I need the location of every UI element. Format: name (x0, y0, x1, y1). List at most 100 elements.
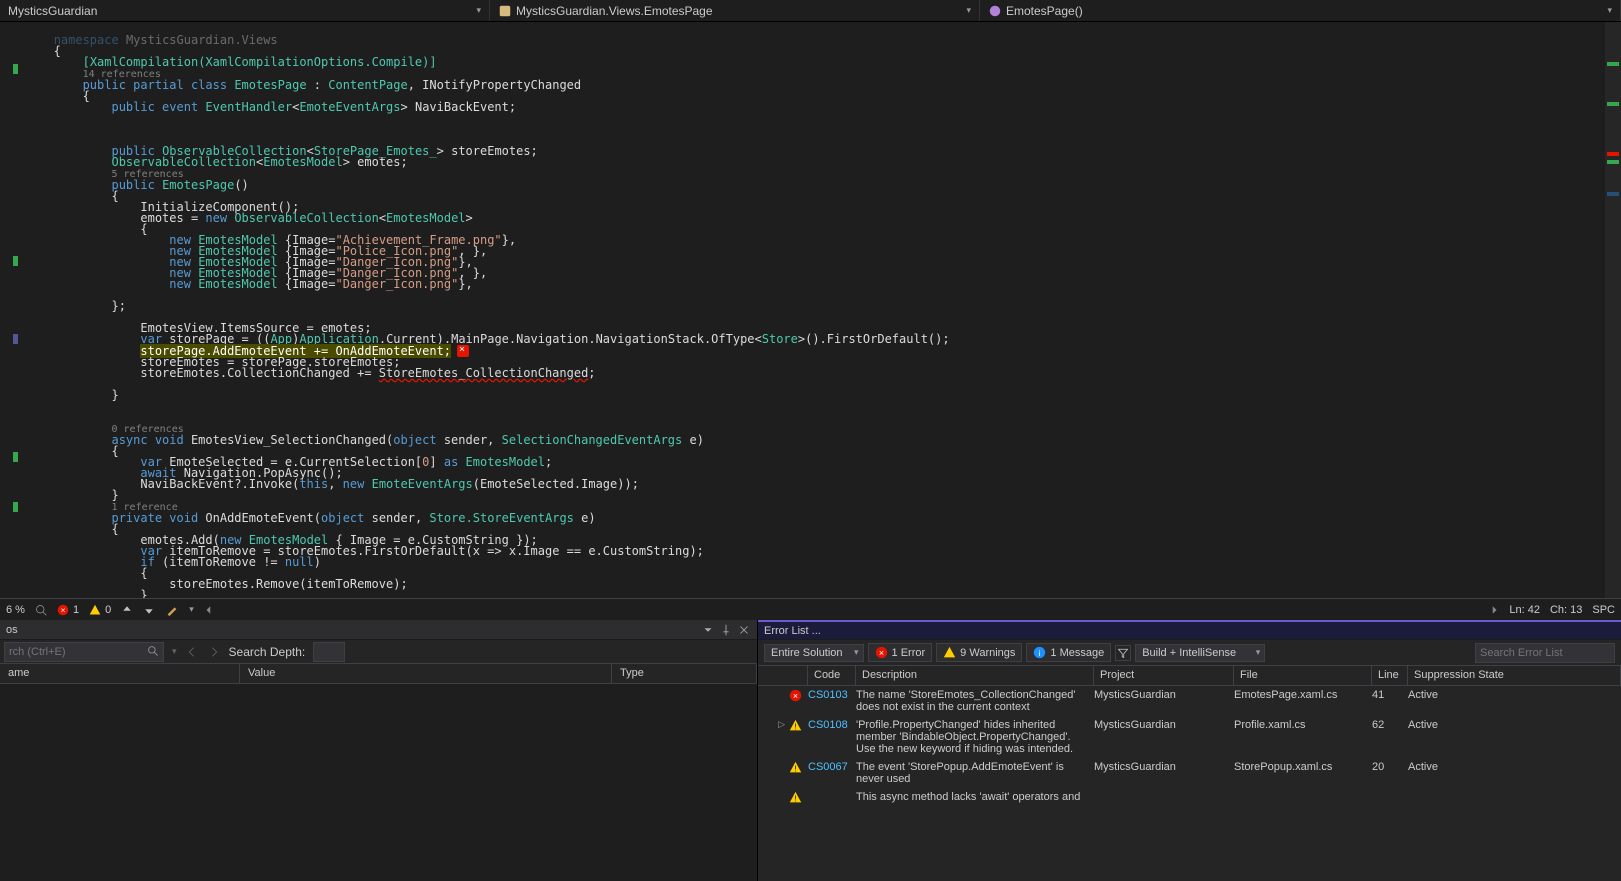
error-suppression: Active (1408, 761, 1621, 773)
error-count[interactable]: × 1 (57, 604, 79, 616)
search-icon[interactable] (147, 645, 160, 658)
autos-title: os (6, 624, 697, 636)
chevron-down-icon: ▾ (966, 5, 971, 16)
col-name[interactable]: ame (0, 664, 240, 683)
nav-type-dropdown[interactable]: MysticsGuardian.Views.EmotesPage ▾ (490, 0, 980, 21)
col-file[interactable]: File (1234, 666, 1372, 685)
code-editor[interactable]: namespace MysticsGuardian.Views { [XamlC… (0, 22, 1621, 598)
indent-mode[interactable]: SPC (1592, 604, 1615, 616)
warnings-filter[interactable]: 9 Warnings (936, 643, 1022, 662)
class-icon (498, 4, 512, 18)
error-suppression: Active (1408, 689, 1621, 701)
nav-project-label: MysticsGuardian (8, 4, 472, 18)
warning-icon (89, 604, 101, 616)
chevron-down-icon: ▾ (1607, 5, 1612, 16)
search-depth-combo[interactable] (313, 642, 345, 662)
autos-columns: ame Value Type (0, 664, 757, 684)
error-badge-icon[interactable] (457, 345, 469, 357)
error-code: CS0108 (808, 719, 856, 731)
error-desc: The name 'StoreEmotes_CollectionChanged'… (856, 689, 1094, 713)
error-desc: 'Profile.PropertyChanged' hides inherite… (856, 719, 1094, 755)
error-file: StorePopup.xaml.cs (1234, 761, 1372, 773)
chevron-down-icon: ▾ (476, 5, 481, 16)
arrow-up-icon[interactable] (121, 604, 133, 616)
error-row[interactable]: ! This async method lacks 'await' operato… (758, 788, 1621, 807)
caret-right-icon[interactable] (1489, 605, 1499, 615)
brush-icon[interactable] (165, 603, 179, 617)
info-icon: i (1033, 646, 1046, 659)
messages-filter[interactable]: i 1 Message (1026, 643, 1111, 662)
chevron-down-icon[interactable]: ▾ (189, 604, 194, 615)
bottom-panels: os ▾ Search Depth: ame Value Type Error … (0, 620, 1621, 881)
error-list-header[interactable]: Error List ... (758, 620, 1621, 640)
zoom-level[interactable]: 6 % (6, 604, 25, 616)
warning-count[interactable]: 0 (89, 604, 111, 616)
error-line: 62 (1372, 719, 1408, 731)
error-code: CS0067 (808, 761, 856, 773)
error-icon: × (57, 604, 69, 616)
error-project: MysticsGuardian (1094, 761, 1234, 773)
expand-icon[interactable]: ▷ (778, 719, 785, 732)
col-suppression[interactable]: Suppression State (1408, 666, 1621, 685)
chevron-down-icon[interactable]: ▾ (172, 646, 177, 657)
error-row[interactable]: ▷! CS0108'Profile.PropertyChanged' hides … (758, 716, 1621, 758)
error-list-title: Error List ... (764, 625, 1615, 637)
pin-icon[interactable] (719, 623, 733, 637)
error-project: MysticsGuardian (1094, 719, 1234, 731)
error-suppression: Active (1408, 719, 1621, 731)
col-line[interactable]: Line (1372, 666, 1408, 685)
svg-text:×: × (793, 691, 798, 701)
editor-gutter (0, 22, 32, 598)
arrow-left-icon[interactable] (185, 645, 199, 659)
autos-toolbar: ▾ Search Depth: (0, 640, 757, 664)
svg-text:×: × (878, 648, 883, 658)
error-desc: This async method lacks 'await' operator… (856, 791, 1094, 803)
error-icon: × (789, 689, 802, 702)
zoom-icon[interactable] (35, 604, 47, 616)
error-icon: × (875, 646, 888, 659)
col-type[interactable]: Type (612, 664, 757, 683)
navigation-bar: MysticsGuardian ▾ MysticsGuardian.Views.… (0, 0, 1621, 22)
error-line: 41 (1372, 689, 1408, 701)
error-search-input[interactable] (1475, 643, 1615, 663)
col-project[interactable]: Project (1094, 666, 1234, 685)
error-rows: × CS0103The name 'StoreEmotes_CollectionC… (758, 686, 1621, 881)
dropdown-icon[interactable] (701, 623, 715, 637)
filter-icon[interactable] (1115, 645, 1131, 661)
scope-dropdown[interactable]: Entire Solution (764, 644, 864, 662)
warning-icon: ! (789, 761, 802, 774)
svg-text:×: × (61, 606, 66, 615)
error-list-toolbar: Entire Solution × 1 Error 9 Warnings i 1… (758, 640, 1621, 666)
autos-header[interactable]: os (0, 620, 757, 640)
errors-filter[interactable]: × 1 Error (868, 643, 933, 662)
nav-member-dropdown[interactable]: EmotesPage() ▾ (980, 0, 1621, 21)
warning-icon: ! (789, 719, 802, 732)
col-code[interactable]: Code (808, 666, 856, 685)
nav-member-label: EmotesPage() (1006, 4, 1603, 18)
close-icon[interactable] (737, 623, 751, 637)
caret-left-icon[interactable] (204, 605, 214, 615)
nav-project-dropdown[interactable]: MysticsGuardian ▾ (0, 0, 490, 21)
col-desc[interactable]: Description (856, 666, 1094, 685)
autos-search-input[interactable] (4, 642, 164, 662)
svg-text:i: i (1039, 649, 1041, 658)
error-row[interactable]: × CS0103The name 'StoreEmotes_CollectionC… (758, 686, 1621, 716)
arrow-down-icon[interactable] (143, 604, 155, 616)
svg-text:!: ! (794, 765, 796, 774)
col-value[interactable]: Value (240, 664, 612, 683)
column-indicator[interactable]: Ch: 13 (1550, 604, 1582, 616)
svg-text:!: ! (794, 795, 796, 804)
minimap[interactable] (1605, 22, 1621, 598)
arrow-right-icon[interactable] (207, 645, 221, 659)
error-code: CS0103 (808, 689, 856, 701)
line-indicator[interactable]: Ln: 42 (1509, 604, 1540, 616)
code-area[interactable]: namespace MysticsGuardian.Views { [XamlC… (32, 22, 1605, 598)
warning-icon: ! (789, 791, 802, 804)
method-icon (988, 4, 1002, 18)
error-file: Profile.xaml.cs (1234, 719, 1372, 731)
error-row[interactable]: !CS0067The event 'StorePopup.AddEmoteEve… (758, 758, 1621, 788)
error-list-panel: Error List ... Entire Solution × 1 Error… (758, 620, 1621, 881)
build-intellisense-dropdown[interactable]: Build + IntelliSense (1135, 644, 1265, 662)
error-columns: Code Description Project File Line Suppr… (758, 666, 1621, 686)
error-line: 20 (1372, 761, 1408, 773)
